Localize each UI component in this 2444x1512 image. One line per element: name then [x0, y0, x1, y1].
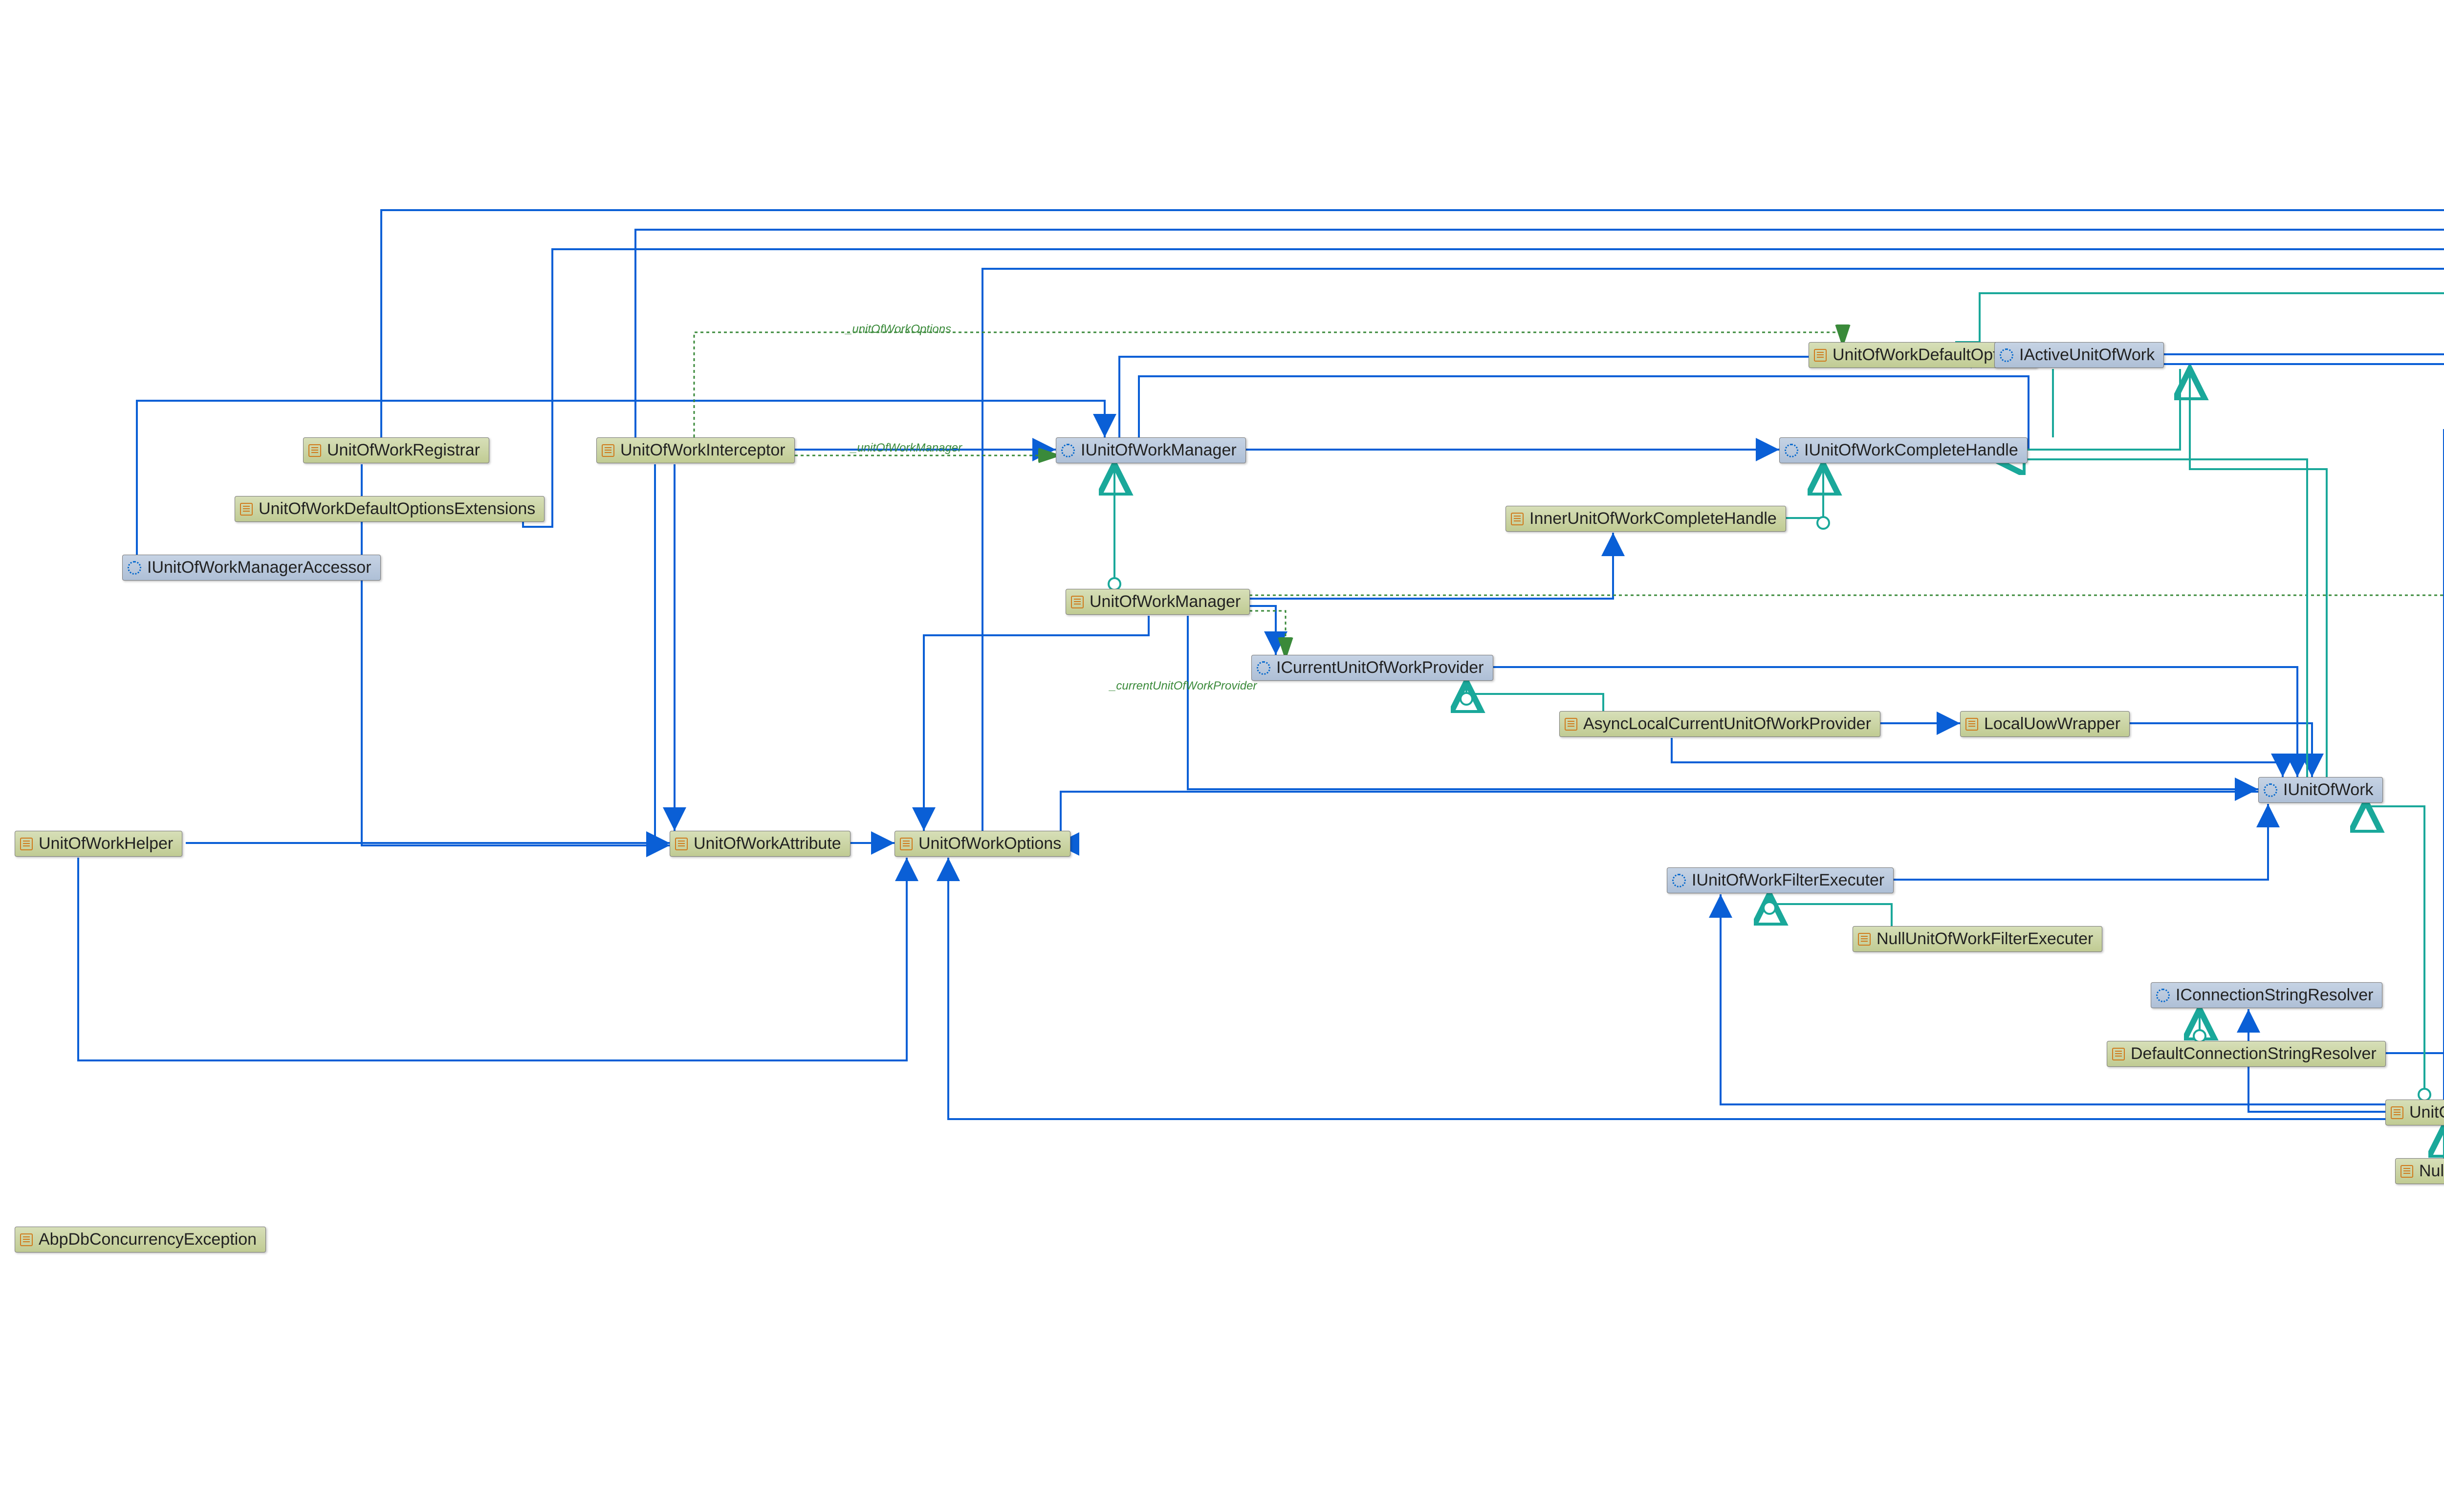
edge-label: _unitOfWorkManager [851, 441, 962, 455]
node-unitofworkmanager[interactable]: UnitOfWorkManager [1066, 589, 1250, 615]
node-label: AbpDbConcurrencyException [39, 1230, 257, 1249]
interface-icon [1785, 444, 1798, 457]
node-nullunitofworkfilterexecuter[interactable]: NullUnitOfWorkFilterExecuter [1853, 926, 2102, 952]
node-unitofworkdefaultoptionsextensions[interactable]: UnitOfWorkDefaultOptionsExtensions [235, 496, 545, 522]
node-unitofworkinterceptor[interactable]: UnitOfWorkInterceptor [596, 437, 795, 463]
class-icon [1565, 718, 1577, 731]
node-iconnectionstringresolver[interactable]: IConnectionStringResolver [2151, 982, 2382, 1008]
node-label: UnitOfWorkInterceptor [620, 441, 786, 460]
node-label: UnitOfWorkDefaultOptionsExtensions [259, 499, 535, 518]
class-icon [20, 1233, 33, 1246]
node-nullunitofwork[interactable]: NullUnitOfWork [2395, 1158, 2444, 1184]
class-icon [1814, 349, 1827, 362]
node-iunitofworkcompletehandle[interactable]: IUnitOfWorkCompleteHandle [1779, 437, 2028, 463]
node-innerunitofworkcompletehandle[interactable]: InnerUnitOfWorkCompleteHandle [1506, 506, 1786, 532]
node-label: UnitOfWorkAttribute [694, 834, 841, 853]
node-label: UnitOfWorkHelper [39, 834, 173, 853]
node-abpdbconcurrencyexception[interactable]: AbpDbConcurrencyException [15, 1227, 266, 1253]
node-label: UnitOfWorkOptions [918, 834, 1061, 853]
node-unitofworkregistrar[interactable]: UnitOfWorkRegistrar [303, 437, 489, 463]
node-label: LocalUowWrapper [1984, 714, 2120, 734]
node-label: IUnitOfWorkManager [1081, 441, 1237, 460]
node-unitofworkoptions[interactable]: UnitOfWorkOptions [895, 831, 1070, 857]
node-iunitofworkmanageraccessor[interactable]: IUnitOfWorkManagerAccessor [122, 555, 381, 581]
node-label: IActiveUnitOfWork [2019, 346, 2155, 365]
node-localuowwrapper[interactable]: LocalUowWrapper [1960, 711, 2130, 737]
node-label: ICurrentUnitOfWorkProvider [1276, 658, 1484, 677]
class-icon [240, 503, 253, 516]
class-icon [900, 838, 913, 850]
class-icon [1511, 513, 1524, 525]
node-iunitofwork[interactable]: IUnitOfWork [2258, 777, 2383, 803]
node-asynclocalcurrentunitofworkprovider[interactable]: AsyncLocalCurrentUnitOfWorkProvider [1559, 711, 1880, 737]
interface-icon [1061, 444, 1075, 457]
interface-icon [128, 561, 141, 575]
node-label: NullUnitOfWork [2419, 1162, 2444, 1181]
class-icon [1858, 933, 1871, 946]
class-icon [308, 444, 321, 457]
interface-icon [2156, 989, 2170, 1002]
node-label: UnitOfWorkRegistrar [327, 441, 480, 460]
node-label: IUnitOfWork [2283, 780, 2374, 799]
class-icon [2112, 1048, 2125, 1060]
node-label: IUnitOfWorkCompleteHandle [1804, 441, 2018, 460]
node-unitofworkhelper[interactable]: UnitOfWorkHelper [15, 831, 182, 857]
node-label: InnerUnitOfWorkCompleteHandle [1529, 509, 1777, 528]
node-label: IConnectionStringResolver [2176, 986, 2373, 1005]
edges-layer [0, 0, 2444, 1512]
class-icon [20, 838, 33, 850]
node-label: NullUnitOfWorkFilterExecuter [1877, 929, 2093, 949]
node-unitofworkattribute[interactable]: UnitOfWorkAttribute [670, 831, 851, 857]
interface-icon [2264, 783, 2277, 797]
interface-icon [1257, 661, 1270, 675]
class-icon [1965, 718, 1978, 731]
node-iunitofworkfilterexecuter[interactable]: IUnitOfWorkFilterExecuter [1667, 867, 1894, 893]
class-icon [675, 838, 688, 850]
node-icurrentunitofworkprovider[interactable]: ICurrentUnitOfWorkProvider [1251, 655, 1493, 681]
class-icon [2391, 1106, 2403, 1119]
class-icon [602, 444, 614, 457]
node-label: UnitOfWorkManager [1090, 592, 1241, 611]
node-label: IUnitOfWorkManagerAccessor [147, 558, 371, 577]
node-label: AsyncLocalCurrentUnitOfWorkProvider [1583, 714, 1871, 734]
edge-label: _unitOfWorkOptions [846, 323, 951, 336]
interface-icon [1672, 874, 1686, 887]
class-icon [2400, 1165, 2413, 1178]
edge-label: _currentUnitOfWorkProvider [1110, 679, 1257, 693]
node-label: UnitOfWorkBase [2409, 1103, 2444, 1122]
node-label: IUnitOfWorkFilterExecuter [1692, 871, 1884, 890]
node-label: DefaultConnectionStringResolver [2131, 1044, 2377, 1063]
interface-icon [2000, 348, 2013, 362]
node-unitofworkbase[interactable]: UnitOfWorkBase [2385, 1100, 2444, 1125]
node-defaultconnectionstringresolver[interactable]: DefaultConnectionStringResolver [2107, 1041, 2386, 1067]
node-iactiveunitofwork[interactable]: IActiveUnitOfWork [1994, 342, 2164, 368]
node-iunitofworkmanager[interactable]: IUnitOfWorkManager [1056, 437, 1246, 463]
class-icon [1071, 596, 1084, 608]
